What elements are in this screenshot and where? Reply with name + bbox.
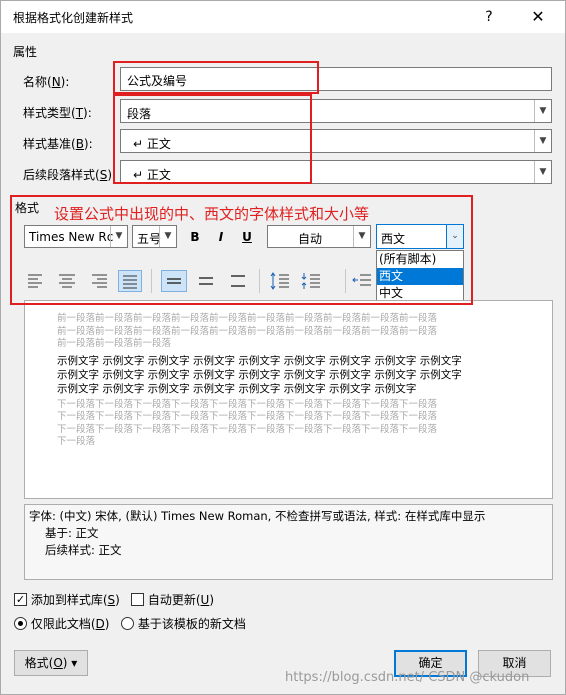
new-style-dialog: 根据格式化创建新样式 ? ✕ 属性 名称(N): 公式及编号 样式类型(T): … xyxy=(0,0,566,695)
font-color-value: 自动 xyxy=(298,232,323,246)
toolbar-divider xyxy=(345,269,346,293)
italic-button[interactable]: I xyxy=(210,226,232,248)
format-section-label: 格式 xyxy=(15,201,40,215)
increase-paragraph-spacing-icon[interactable] xyxy=(269,271,291,291)
only-this-document-label: 仅限此文档(D) xyxy=(30,617,110,631)
font-size-value: 五号 xyxy=(137,232,162,246)
help-button[interactable]: ? xyxy=(479,7,499,27)
annotation-text: 设置公式中出现的中、西文的字体样式和大小等 xyxy=(54,205,370,223)
font-color-dropdown[interactable]: 自动 ▼ xyxy=(267,225,371,248)
align-right-icon[interactable] xyxy=(88,272,110,290)
style-base-dropdown[interactable]: ↵ 正文 ▼ xyxy=(120,129,552,153)
preview-sample-text: 示例文字 示例文字 示例文字 示例文字 示例文字 示例文字 示例文字 示例文字 … xyxy=(57,354,462,395)
style-description: 字体: (中文) 宋体, (默认) Times New Roman, 不检查拼写… xyxy=(24,504,553,580)
script-option-all[interactable]: (所有脚本) xyxy=(377,251,463,268)
following-style-value: ↵ 正文 xyxy=(133,168,171,182)
style-type-value: 段落 xyxy=(127,107,152,121)
style-base-label: 样式基准(B): xyxy=(23,137,93,151)
underline-button[interactable]: U xyxy=(236,226,258,248)
script-dropdown[interactable]: 西文 ⌄ xyxy=(376,224,464,249)
watermark-text: https://blog.csdn.net/ CSDN @ckudon xyxy=(285,670,530,685)
description-based-on: 基于: 正文 xyxy=(45,526,99,540)
font-name-value: Times New Rc xyxy=(29,230,114,244)
radio-selected-icon xyxy=(14,617,27,630)
add-to-gallery-checkbox[interactable]: ✓ 添加到样式库(S) xyxy=(14,591,120,608)
font-size-dropdown[interactable]: 五号 ▼ xyxy=(132,225,177,248)
one-half-spacing-icon[interactable] xyxy=(195,272,217,290)
chevron-down-icon: ▼ xyxy=(534,161,551,183)
style-type-label: 样式类型(T): xyxy=(23,106,92,120)
properties-section-label: 属性 xyxy=(13,45,38,59)
double-spacing-icon[interactable] xyxy=(227,272,249,290)
new-documents-label: 基于该模板的新文档 xyxy=(137,617,246,631)
chevron-down-icon: ▼ xyxy=(534,130,551,152)
single-spacing-button[interactable] xyxy=(161,270,187,292)
checkbox-unchecked-icon xyxy=(131,593,144,606)
preview-previous-paragraph: 前一段落前一段落前一段落前一段落前一段落前一段落前一段落前一段落前一段落前一段落… xyxy=(57,313,438,349)
decrease-paragraph-spacing-icon[interactable] xyxy=(300,271,322,291)
name-label: 名称(N): xyxy=(23,75,70,89)
title-bar: 根据格式化创建新样式 ? ✕ xyxy=(1,1,565,33)
justify-icon xyxy=(123,275,137,289)
chevron-down-icon: ▼ xyxy=(534,100,551,122)
script-dropdown-list: (所有脚本) 西文 中文 xyxy=(376,250,464,305)
align-center-icon[interactable] xyxy=(56,272,78,290)
single-spacing-icon xyxy=(167,278,181,284)
following-style-label: 后续段落样式(S): xyxy=(23,168,117,182)
auto-update-checkbox[interactable]: 自动更新(U) xyxy=(131,591,214,608)
checkbox-checked-icon: ✓ xyxy=(14,593,27,606)
following-style-dropdown[interactable]: ↵ 正文 ▼ xyxy=(120,160,552,184)
style-preview: 前一段落前一段落前一段落前一段落前一段落前一段落前一段落前一段落前一段落前一段落… xyxy=(24,300,553,499)
chevron-down-icon: ⌄ xyxy=(446,225,463,248)
style-type-dropdown[interactable]: 段落 ▼ xyxy=(120,99,552,123)
toolbar-divider xyxy=(151,269,152,293)
decrease-indent-icon[interactable] xyxy=(351,272,373,290)
style-base-value: ↵ 正文 xyxy=(133,137,171,151)
new-documents-radio[interactable]: 基于该模板的新文档 xyxy=(121,615,246,632)
chevron-down-icon: ▼ xyxy=(110,226,127,247)
align-left-icon[interactable] xyxy=(25,272,47,290)
chevron-down-icon: ▼ xyxy=(353,226,370,247)
only-this-document-radio[interactable]: 仅限此文档(D) xyxy=(14,615,109,632)
script-value: 西文 xyxy=(381,232,406,246)
justify-button[interactable] xyxy=(118,270,142,292)
toolbar-divider xyxy=(259,269,260,293)
format-menu-button[interactable]: 格式(O) ▾ xyxy=(14,650,88,676)
description-following: 后续样式: 正文 xyxy=(45,543,122,557)
script-option-western[interactable]: 西文 xyxy=(377,268,463,285)
description-font: 字体: (中文) 宋体, (默认) Times New Roman, 不检查拼写… xyxy=(29,509,486,523)
dialog-title: 根据格式化创建新样式 xyxy=(13,11,134,25)
font-name-dropdown[interactable]: Times New Rc ▼ xyxy=(24,225,128,248)
name-input[interactable]: 公式及编号 xyxy=(120,67,552,91)
close-icon[interactable]: ✕ xyxy=(528,7,548,27)
preview-next-paragraph: 下一段落下一段落下一段落下一段落下一段落下一段落下一段落下一段落下一段落下一段落… xyxy=(57,398,438,448)
bold-button[interactable]: B xyxy=(184,226,206,248)
chevron-down-icon: ▼ xyxy=(159,226,176,247)
radio-unselected-icon xyxy=(121,617,134,630)
auto-update-label: 自动更新(U) xyxy=(147,593,214,607)
add-to-gallery-label: 添加到样式库(S) xyxy=(30,593,120,607)
